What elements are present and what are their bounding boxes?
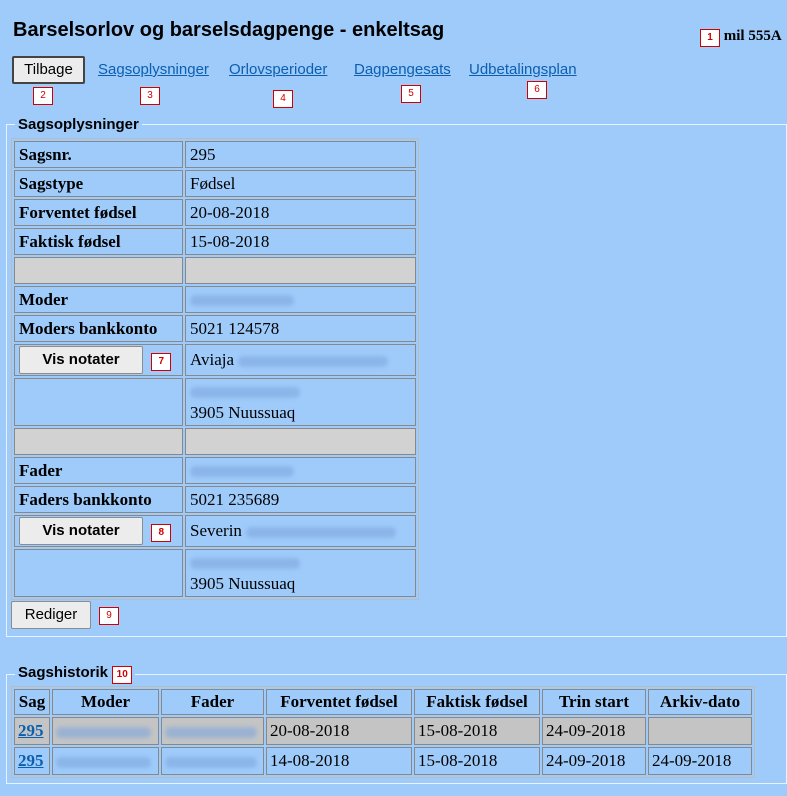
row-father-address: Vis notater 8 Severin [14,515,416,547]
row-moder: Moder [14,286,416,313]
redacted-cpr [165,726,257,738]
row-faders-bank: Faders bankkonto 5021 235689 [14,486,416,513]
page-title: Barselsorlov og barselsdagpenge - enkelt… [13,19,445,41]
row-father-city: 3905 Nuussuaq [14,549,416,597]
nav-link-orlovsperioder[interactable]: Orlovsperioder [229,61,327,78]
forventet-value: 20-08-2018 [185,199,416,226]
redacted-address [190,557,300,569]
row-sagstype: Sagstype Fødsel [14,170,416,197]
sagstype-label: Sagstype [14,170,183,197]
moder-label: Moder [14,286,183,313]
sagstype-value: Fødsel [185,170,416,197]
edit-button[interactable]: Rediger [11,601,91,629]
history-legend: Sagshistorik [18,664,109,681]
table-row: 295 20-08-2018 15-08-2018 24-09-2018 [14,717,752,745]
row-mother-address: Vis notater 7 Aviaja [14,344,416,376]
mother-notes-button[interactable]: Vis notater [19,346,143,374]
nav-link-dagpengesats[interactable]: Dagpengesats [354,61,451,78]
faders-bank-value: 5021 235689 [185,486,416,513]
case-info-table: Sagsnr. 295 Sagstype Fødsel Forventet fø… [11,138,419,600]
back-button[interactable]: Tilbage [12,56,85,84]
redacted-cpr [190,466,294,478]
forventet-label: Forventet fødsel [14,199,183,226]
marker-3: 3 [140,87,160,105]
col-header-sag: Sag [14,689,50,715]
row-sagsnr: Sagsnr. 295 [14,141,416,168]
fader-label: Fader [14,457,183,484]
user-code: 1 mil 555A [700,28,782,47]
nav-link-udbetalingsplan[interactable]: Udbetalingsplan [469,61,577,78]
row-forventet: Forventet fødsel 20-08-2018 [14,199,416,226]
mother-first-name: Aviaja [190,350,235,369]
faktisk-cell: 15-08-2018 [414,747,540,775]
row-faktisk: Faktisk fødsel 15-08-2018 [14,228,416,255]
separator-row [14,428,416,455]
marker-5: 5 [401,85,421,103]
col-header-arkiv: Arkiv-dato [648,689,752,715]
marker-9: 9 [99,607,119,625]
redacted-cpr [56,726,151,738]
moders-bank-label: Moders bankkonto [14,315,183,342]
father-notes-button[interactable]: Vis notater [19,517,143,545]
marker-7: 7 [151,353,172,371]
case-link[interactable]: 295 [18,721,44,740]
table-row: 295 14-08-2018 15-08-2018 24-09-2018 24-… [14,747,752,775]
redacted-name [246,526,397,538]
redacted-address [190,386,300,398]
faders-bank-label: Faders bankkonto [14,486,183,513]
forventet-cell: 14-08-2018 [266,747,412,775]
case-link[interactable]: 295 [18,751,44,770]
col-header-moder: Moder [52,689,159,715]
col-header-trin-start: Trin start [542,689,646,715]
marker-8: 8 [151,524,172,542]
forventet-cell: 20-08-2018 [266,717,412,745]
col-header-faktisk: Faktisk fødsel [414,689,540,715]
moders-bank-value: 5021 124578 [185,315,416,342]
separator-row [14,257,416,284]
nav-link-sagsoplysninger[interactable]: Sagsoplysninger [98,61,209,78]
history-header-row: Sag Moder Fader Forventet fødsel Faktisk… [14,689,752,715]
row-mother-city: 3905 Nuussuaq [14,378,416,426]
user-code-text: mil 555A [723,28,782,44]
father-first-name: Severin [190,521,242,540]
marker-4: 4 [273,90,293,108]
marker-6: 6 [527,81,547,99]
row-fader: Fader [14,457,416,484]
history-table: Sag Moder Fader Forventet fødsel Faktisk… [11,686,755,778]
arkiv-cell: 24-09-2018 [648,747,752,775]
faktisk-value: 15-08-2018 [185,228,416,255]
faktisk-label: Faktisk fødsel [14,228,183,255]
arkiv-cell [648,717,752,745]
marker-2: 2 [33,87,53,105]
redacted-cpr [165,756,257,768]
sagsnr-value: 295 [185,141,416,168]
trin-start-cell: 24-09-2018 [542,747,646,775]
redacted-cpr [56,756,151,768]
father-city: 3905 Nuussuaq [190,574,296,593]
redacted-name [238,355,389,367]
mother-city: 3905 Nuussuaq [190,403,296,422]
case-info-legend: Sagsoplysninger [18,116,139,133]
col-header-fader: Fader [161,689,264,715]
faktisk-cell: 15-08-2018 [414,717,540,745]
redacted-cpr [190,295,294,307]
col-header-forventet: Forventet fødsel [266,689,412,715]
sagsnr-label: Sagsnr. [14,141,183,168]
trin-start-cell: 24-09-2018 [542,717,646,745]
row-moders-bank: Moders bankkonto 5021 124578 [14,315,416,342]
marker-10: 10 [112,666,133,684]
marker-1: 1 [700,29,720,47]
